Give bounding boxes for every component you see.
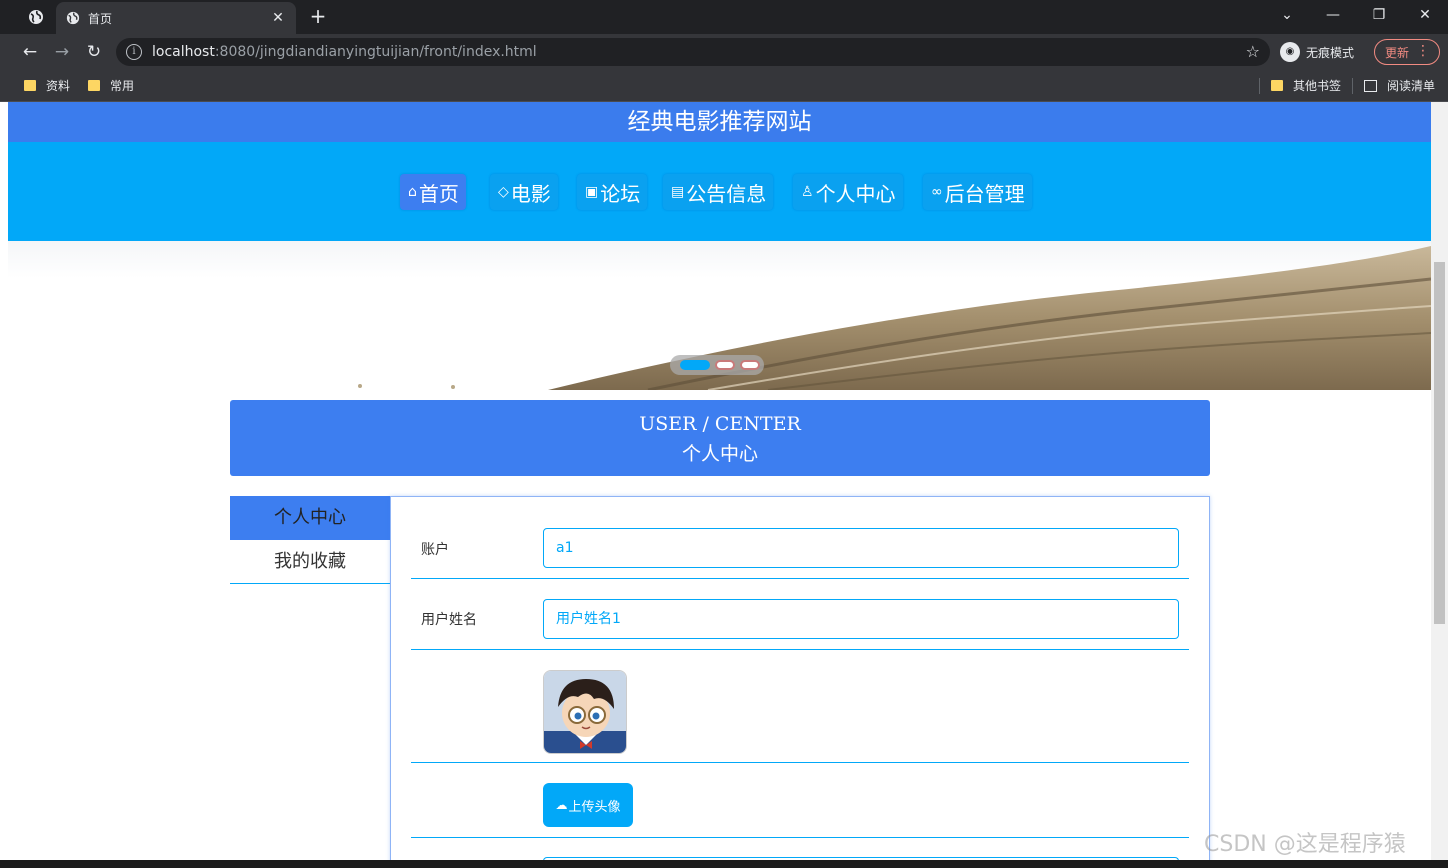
cloud-upload-icon: ☁	[555, 798, 568, 812]
tab-title: 首页	[88, 11, 113, 26]
tab-close-icon[interactable]: ✕	[270, 10, 286, 26]
carousel-dot[interactable]	[715, 360, 735, 370]
back-icon[interactable]: ←	[18, 40, 42, 64]
incognito-indicator[interactable]: ◉ 无痕模式	[1280, 41, 1354, 63]
document-icon: ▤	[671, 184, 685, 200]
nav-forum[interactable]: ▣ 论坛	[577, 174, 648, 210]
bookmark-separator	[1259, 78, 1260, 94]
forward-icon[interactable]: →	[50, 40, 74, 64]
page-content: 经典电影推荐网站 ⌂ 首页 ◇ 电影 ▣ 论坛 ▤ 公告信息 ♙ 个人中心 ∞ 后台管理	[8, 102, 1431, 868]
folder-icon	[24, 80, 36, 91]
user-center-title: USER / CENTER 个人中心	[230, 400, 1210, 476]
minimize-button[interactable]: —	[1319, 4, 1347, 26]
title-english: USER / CENTER	[639, 413, 801, 435]
scrollbar-thumb[interactable]	[1434, 262, 1445, 624]
avatar	[543, 670, 627, 754]
tab-search-icon[interactable]: ⌄	[1273, 4, 1301, 26]
account-input[interactable]: a1	[543, 528, 1179, 568]
form-row-upload: ☁ 上传头像	[411, 763, 1189, 838]
new-tab-button[interactable]: +	[306, 5, 330, 29]
form-row-avatar	[411, 650, 1189, 763]
account-label: 账户	[421, 542, 449, 558]
browser-tabbar: 首页 ✕ + ⌄ — ❐ ✕	[0, 0, 1448, 34]
reload-icon[interactable]: ↻	[82, 40, 106, 64]
home-icon: ⌂	[408, 184, 417, 200]
name-label: 用户姓名	[421, 612, 477, 628]
user-icon: ♙	[801, 184, 814, 200]
tab-globe-icon[interactable]	[22, 6, 50, 28]
menu-dots-icon: ⋮	[1416, 43, 1430, 59]
update-button[interactable]: 更新 ⋮	[1374, 39, 1440, 65]
site-title: 经典电影推荐网站	[8, 102, 1431, 142]
reading-list-icon	[1364, 79, 1377, 92]
form-row-name: 用户姓名 用户姓名1	[411, 579, 1189, 650]
bookmark-star-icon[interactable]: ☆	[1246, 42, 1260, 61]
nav-admin[interactable]: ∞ 后台管理	[923, 174, 1032, 210]
carousel-dot-active[interactable]	[680, 360, 710, 370]
nav-user-center[interactable]: ♙ 个人中心	[793, 174, 903, 210]
nav-movies[interactable]: ◇ 电影	[490, 174, 558, 210]
gift-icon: ▣	[585, 184, 599, 200]
bookmarks-bar: 资料 常用 其他书签 阅读清单	[0, 70, 1448, 102]
profile-form: 账户 a1 用户姓名 用户姓名1 ☁ 上传头像	[390, 496, 1210, 868]
page-scrollbar[interactable]	[1431, 102, 1448, 868]
bookmark-separator	[1352, 78, 1353, 94]
address-bar[interactable]: i localhost:8080/jingdiandianyingtuijian…	[116, 38, 1270, 66]
watermark: CSDN @这是程序猿	[1204, 832, 1406, 857]
name-input[interactable]: 用户姓名1	[543, 599, 1179, 639]
restore-button[interactable]: ❐	[1365, 4, 1393, 26]
carousel-dot[interactable]	[740, 360, 760, 370]
bookmark-folder[interactable]: 常用	[88, 77, 134, 94]
active-tab[interactable]: 首页 ✕	[56, 2, 296, 34]
side-item-favorites[interactable]: 我的收藏	[230, 540, 390, 584]
browser-toolbar: ← → ↻ i localhost:8080/jingdiandianyingt…	[0, 34, 1448, 70]
form-row-account: 账户 a1	[411, 517, 1189, 579]
side-menu: 个人中心 我的收藏	[230, 496, 390, 584]
main-nav: ⌂ 首页 ◇ 电影 ▣ 论坛 ▤ 公告信息 ♙ 个人中心 ∞ 后台管理	[8, 142, 1431, 241]
nav-notice[interactable]: ▤ 公告信息	[663, 174, 774, 210]
reading-list[interactable]: 阅读清单	[1364, 77, 1435, 94]
folder-icon	[88, 80, 100, 91]
side-item-user-center[interactable]: 个人中心	[230, 496, 390, 540]
link-icon: ∞	[931, 184, 943, 200]
carousel-indicators	[670, 355, 764, 375]
tag-icon: ◇	[498, 184, 509, 200]
upload-avatar-button[interactable]: ☁ 上传头像	[543, 783, 633, 827]
bookmark-folder[interactable]: 其他书签	[1271, 77, 1341, 94]
folder-icon	[1271, 80, 1283, 91]
site-info-icon[interactable]: i	[126, 44, 142, 60]
os-taskbar	[0, 860, 1448, 868]
nav-home[interactable]: ⌂ 首页	[400, 174, 466, 210]
incognito-icon: ◉	[1280, 42, 1300, 62]
globe-icon	[66, 11, 80, 25]
bookmark-folder[interactable]: 资料	[24, 77, 70, 94]
url-text: localhost:8080/jingdiandianyingtuijian/f…	[152, 44, 537, 60]
carousel-banner[interactable]	[8, 241, 1431, 390]
title-chinese: 个人中心	[681, 443, 758, 465]
close-window-button[interactable]: ✕	[1411, 4, 1439, 26]
